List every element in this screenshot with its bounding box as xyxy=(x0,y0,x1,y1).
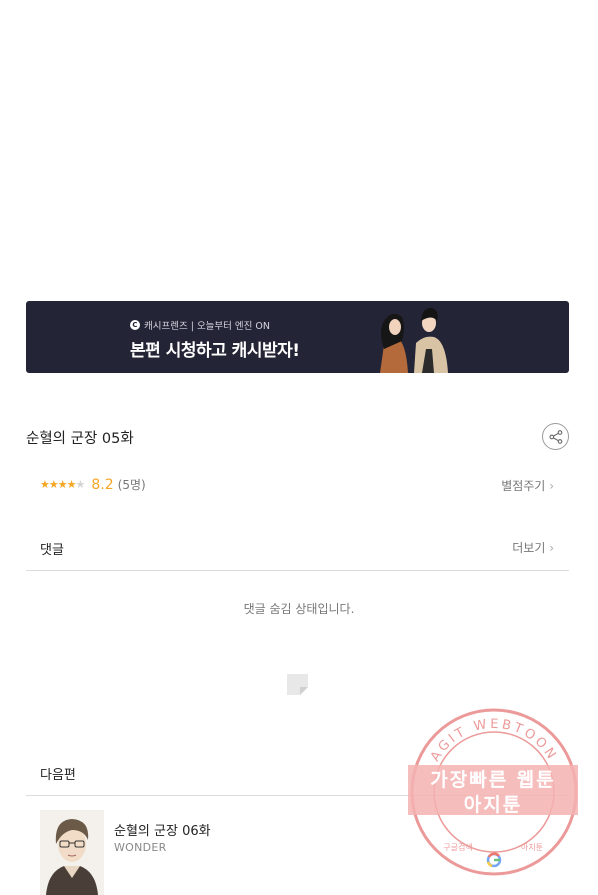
watermark-bottom-right: 아지툰 xyxy=(521,842,543,852)
star-filled-icon: ★ xyxy=(57,478,68,491)
episode-title: 순혈의 군장 05화 xyxy=(26,431,134,447)
comments-hidden-message: 댓글 숨김 상태입니다. xyxy=(243,602,355,616)
rating-row: ★★★★★ 8.2 (5명) xyxy=(40,476,146,493)
star-filled-icon: ★ xyxy=(48,478,59,491)
cash-logo-icon: C xyxy=(130,320,140,330)
banner-subtitle-row: C 캐시프렌즈 | 오늘부터 엔진 ON xyxy=(130,318,270,332)
more-label: 더보기 xyxy=(512,541,546,555)
rating-score: 8.2 xyxy=(91,476,114,493)
watermark-line2: 아지툰 xyxy=(463,794,523,816)
watermark-bottom-left: 구글검색 xyxy=(443,842,472,852)
rate-button[interactable]: 별점주기 › xyxy=(501,477,554,494)
star-filled-icon: ★ xyxy=(66,478,77,491)
next-episode-title[interactable]: 순혈의 군장 06화 xyxy=(114,820,211,839)
comments-more-button[interactable]: 더보기 › xyxy=(512,539,554,556)
next-episode-author: WONDER xyxy=(114,841,167,854)
comments-label: 댓글 xyxy=(40,543,64,558)
banner-headline: 본편 시청하고 캐시받자! xyxy=(130,341,300,361)
star-empty-icon: ★ xyxy=(75,478,86,491)
chevron-right-icon: › xyxy=(549,479,554,493)
watermark-line1: 가장빠른 웹툰 xyxy=(430,769,556,791)
chevron-right-icon: › xyxy=(549,541,554,555)
character-thumbnail-image xyxy=(40,810,104,895)
cash-friends-banner[interactable]: C 캐시프렌즈 | 오늘부터 엔진 ON 본편 시청하고 캐시받자! xyxy=(26,301,569,373)
banner-couple-illustration xyxy=(380,307,448,373)
next-episode-label: 다음편 xyxy=(40,768,76,783)
rating-count: (5명) xyxy=(117,478,146,492)
comments-divider xyxy=(26,570,569,571)
banner-subtitle: 캐시프렌즈 | 오늘부터 엔진 ON xyxy=(144,321,271,332)
next-episode-thumbnail[interactable] xyxy=(40,810,104,895)
share-icon xyxy=(548,429,562,444)
google-g-icon xyxy=(486,852,502,868)
ad-placeholder-icon xyxy=(287,674,308,695)
star-rating: ★★★★★ xyxy=(40,478,86,491)
star-filled-icon: ★ xyxy=(40,478,50,491)
rate-label: 별점주기 xyxy=(501,479,546,493)
share-button[interactable] xyxy=(542,423,569,450)
